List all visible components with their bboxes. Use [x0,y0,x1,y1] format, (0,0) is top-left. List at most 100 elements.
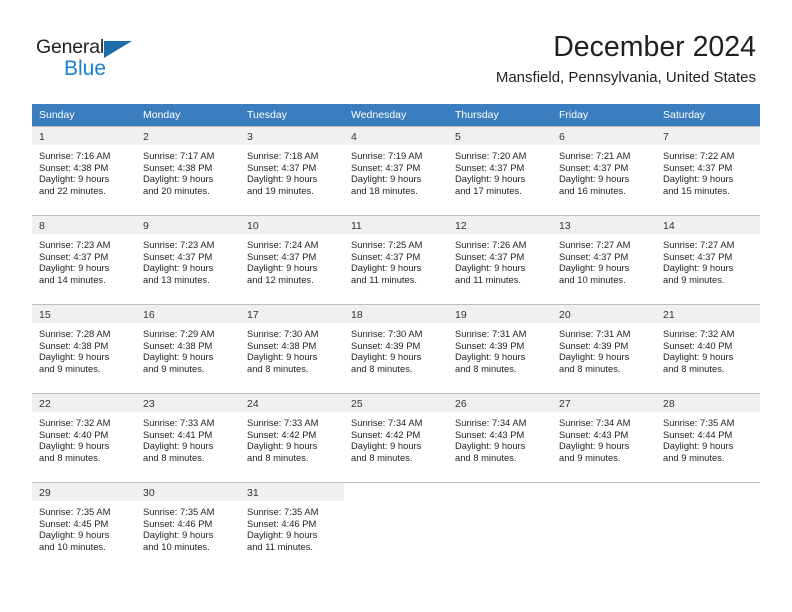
sunset-text: Sunset: 4:40 PM [39,428,109,440]
calendar-day-cell[interactable]: 9 Sunrise: 7:23 AM Sunset: 4:37 PM Daylight… [136,215,240,304]
sunrise-text: Sunrise: 7:32 AM [39,417,111,428]
sunrise-text: Sunrise: 7:27 AM [559,239,631,250]
general-blue-logo: General Blue [36,36,146,82]
day-cell-inner: 8 Sunrise: 7:23 AM Sunset: 4:37 PM Daylight… [32,215,136,304]
daylight-text-line1: Daylight: 9 hours [247,351,318,363]
calendar-day-cell[interactable]: 5 Sunrise: 7:20 AM Sunset: 4:37 PM Daylight… [448,126,552,215]
sunrise-text: Sunrise: 7:21 AM [559,150,631,161]
calendar-day-cell[interactable]: 17 Sunrise: 7:30 AM Sunset: 4:38 PM Dayligh… [240,304,344,393]
calendar-day-cell[interactable]: 7 Sunrise: 7:22 AM Sunset: 4:37 PM Daylight… [656,126,760,215]
calendar-day-cell[interactable]: 22 Sunrise: 7:32 AM Sunset: 4:40 PM Dayligh… [32,393,136,482]
daylight-text-line1: Daylight: 9 hours [351,262,422,274]
day-number: 2 [143,131,149,143]
day-number-bar: 25 [344,394,448,412]
daylight-text-line2: and 12 minutes. [247,273,314,285]
daylight-text-line2: and 14 minutes. [39,273,106,285]
calendar-day-cell[interactable]: 11 Sunrise: 7:25 AM Sunset: 4:37 PM Dayligh… [344,215,448,304]
calendar-day-cell[interactable]: 2 Sunrise: 7:17 AM Sunset: 4:38 PM Daylight… [136,126,240,215]
day-cell-inner: 6 Sunrise: 7:21 AM Sunset: 4:37 PM Daylight… [552,126,656,215]
calendar-day-cell[interactable]: 29 Sunrise: 7:35 AM Sunset: 4:45 PM Dayligh… [32,482,136,571]
day-cell-inner [344,482,448,571]
day-cell-inner: 28 Sunrise: 7:35 AM Sunset: 4:44 PM Dayligh… [656,393,760,482]
day-cell-inner [448,482,552,571]
day-number-bar: 12 [448,216,552,234]
calendar-day-cell[interactable]: 3 Sunrise: 7:18 AM Sunset: 4:37 PM Daylight… [240,126,344,215]
day-cell-inner: 16 Sunrise: 7:29 AM Sunset: 4:38 PM Dayligh… [136,304,240,393]
calendar-day-cell[interactable]: 13 Sunrise: 7:27 AM Sunset: 4:37 PM Dayligh… [552,215,656,304]
calendar-day-cell[interactable]: 12 Sunrise: 7:26 AM Sunset: 4:37 PM Dayligh… [448,215,552,304]
day-number-bar: 10 [240,216,344,234]
sunset-text: Sunset: 4:38 PM [247,339,317,351]
calendar-day-cell[interactable]: 19 Sunrise: 7:31 AM Sunset: 4:39 PM Dayligh… [448,304,552,393]
calendar-empty-cell [656,482,760,571]
calendar-day-cell[interactable]: 21 Sunrise: 7:32 AM Sunset: 4:40 PM Dayligh… [656,304,760,393]
calendar-day-cell[interactable]: 31 Sunrise: 7:35 AM Sunset: 4:46 PM Dayligh… [240,482,344,571]
daylight-text-line1: Daylight: 9 hours [351,173,422,185]
calendar-day-cell[interactable]: 8 Sunrise: 7:23 AM Sunset: 4:37 PM Daylight… [32,215,136,304]
sunset-text: Sunset: 4:37 PM [663,161,733,173]
calendar-day-cell[interactable]: 18 Sunrise: 7:30 AM Sunset: 4:39 PM Dayligh… [344,304,448,393]
day-number: 23 [143,398,155,410]
calendar-day-cell[interactable]: 28 Sunrise: 7:35 AM Sunset: 4:44 PM Dayligh… [656,393,760,482]
calendar-day-cell[interactable]: 26 Sunrise: 7:34 AM Sunset: 4:43 PM Dayligh… [448,393,552,482]
day-details: Sunrise: 7:35 AM Sunset: 4:45 PM Daylight:… [32,501,136,552]
day-number-bar: 16 [136,305,240,323]
day-number: 27 [559,398,571,410]
sunrise-text: Sunrise: 7:27 AM [663,239,735,250]
sunset-text: Sunset: 4:37 PM [559,161,629,173]
sunrise-text: Sunrise: 7:24 AM [247,239,319,250]
day-number-bar: 3 [240,127,344,145]
day-number: 3 [247,131,253,143]
calendar-day-cell[interactable]: 30 Sunrise: 7:35 AM Sunset: 4:46 PM Dayligh… [136,482,240,571]
calendar-day-cell[interactable]: 1 Sunrise: 7:16 AM Sunset: 4:38 PM Daylight… [32,126,136,215]
calendar-day-cell[interactable]: 24 Sunrise: 7:33 AM Sunset: 4:42 PM Dayligh… [240,393,344,482]
daylight-text-line1: Daylight: 9 hours [559,440,630,452]
daylight-text-line1: Daylight: 9 hours [143,529,214,541]
day-number-bar: 11 [344,216,448,234]
daylight-text-line1: Daylight: 9 hours [143,440,214,452]
sunset-text: Sunset: 4:37 PM [247,161,317,173]
daylight-text-line1: Daylight: 9 hours [559,262,630,274]
sunrise-text: Sunrise: 7:30 AM [247,328,319,339]
daylight-text-line2: and 15 minutes. [663,184,730,196]
day-number-bar: 18 [344,305,448,323]
sunset-text: Sunset: 4:40 PM [663,339,733,351]
daylight-text-line1: Daylight: 9 hours [663,440,734,452]
day-cell-inner: 1 Sunrise: 7:16 AM Sunset: 4:38 PM Daylight… [32,126,136,215]
day-number: 22 [39,398,51,410]
calendar-day-cell[interactable]: 10 Sunrise: 7:24 AM Sunset: 4:37 PM Dayligh… [240,215,344,304]
calendar-day-cell[interactable]: 25 Sunrise: 7:34 AM Sunset: 4:42 PM Dayligh… [344,393,448,482]
daylight-text-line2: and 8 minutes. [247,451,309,463]
day-number-bar: 14 [656,216,760,234]
day-details: Sunrise: 7:33 AM Sunset: 4:41 PM Daylight:… [136,412,240,463]
sunset-text: Sunset: 4:38 PM [143,161,213,173]
daylight-text-line1: Daylight: 9 hours [663,351,734,363]
day-number-bar: 13 [552,216,656,234]
calendar-day-cell[interactable]: 16 Sunrise: 7:29 AM Sunset: 4:38 PM Dayligh… [136,304,240,393]
sunrise-text: Sunrise: 7:35 AM [39,506,111,517]
calendar-day-cell[interactable]: 20 Sunrise: 7:31 AM Sunset: 4:39 PM Dayligh… [552,304,656,393]
day-number: 11 [351,220,362,232]
sunset-text: Sunset: 4:37 PM [663,250,733,262]
day-details: Sunrise: 7:35 AM Sunset: 4:46 PM Daylight:… [240,501,344,552]
day-details: Sunrise: 7:32 AM Sunset: 4:40 PM Daylight:… [656,323,760,374]
day-number: 12 [455,220,467,232]
day-details: Sunrise: 7:34 AM Sunset: 4:42 PM Daylight:… [344,412,448,463]
logo-text-blue: Blue [64,57,107,80]
calendar-day-cell[interactable]: 23 Sunrise: 7:33 AM Sunset: 4:41 PM Dayligh… [136,393,240,482]
day-details: Sunrise: 7:30 AM Sunset: 4:39 PM Daylight:… [344,323,448,374]
day-number-bar: 27 [552,394,656,412]
daylight-text-line1: Daylight: 9 hours [39,351,110,363]
day-cell-inner: 27 Sunrise: 7:34 AM Sunset: 4:43 PM Dayligh… [552,393,656,482]
daylight-text-line1: Daylight: 9 hours [39,529,110,541]
calendar-day-cell[interactable]: 6 Sunrise: 7:21 AM Sunset: 4:37 PM Daylight… [552,126,656,215]
calendar-day-cell[interactable]: 27 Sunrise: 7:34 AM Sunset: 4:43 PM Dayligh… [552,393,656,482]
day-number-bar: 9 [136,216,240,234]
sunset-text: Sunset: 4:42 PM [351,428,421,440]
day-number-bar: 19 [448,305,552,323]
day-number: 31 [247,487,259,499]
calendar-day-cell[interactable]: 14 Sunrise: 7:27 AM Sunset: 4:37 PM Dayligh… [656,215,760,304]
calendar-day-cell[interactable]: 15 Sunrise: 7:28 AM Sunset: 4:38 PM Dayligh… [32,304,136,393]
sunrise-text: Sunrise: 7:35 AM [663,417,735,428]
calendar-day-cell[interactable]: 4 Sunrise: 7:19 AM Sunset: 4:37 PM Daylight… [344,126,448,215]
